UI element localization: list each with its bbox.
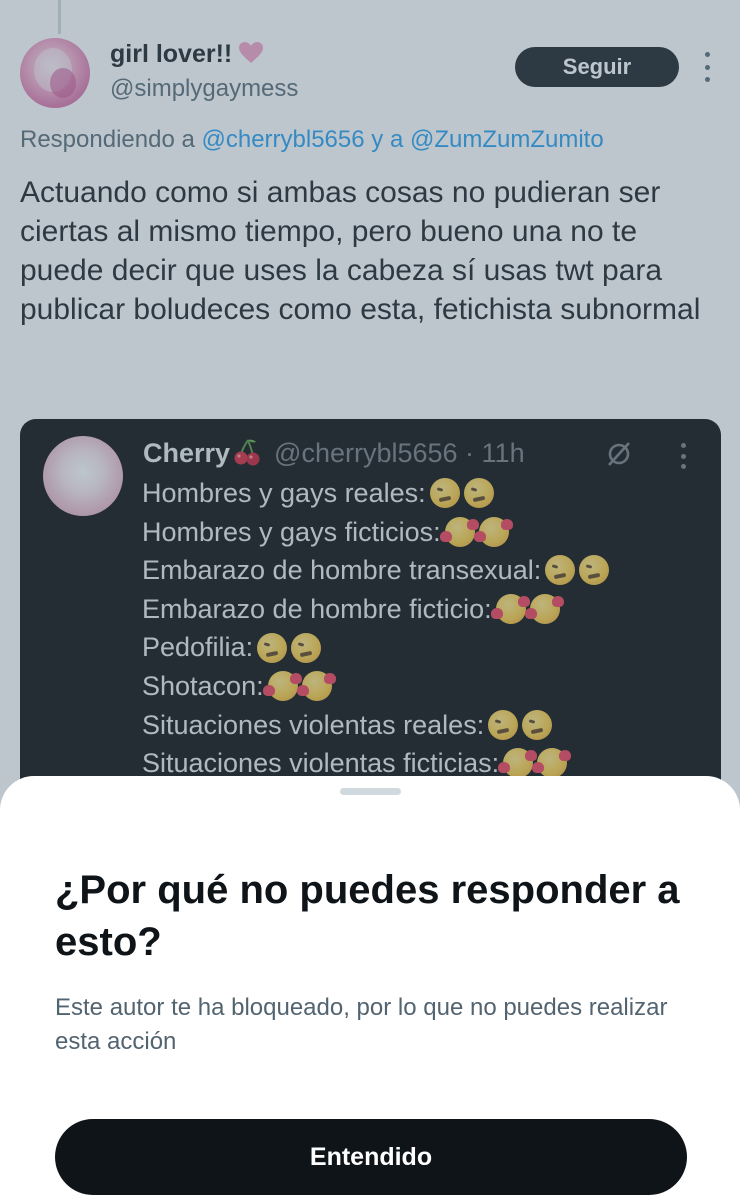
tweet-screen: girl lover!! @simplygaymess Seguir Respo… bbox=[0, 0, 740, 1200]
understood-button[interactable]: Entendido bbox=[55, 1119, 687, 1195]
sheet-title: ¿Por qué no puedes responder a esto? bbox=[55, 868, 680, 964]
sheet-drag-handle[interactable] bbox=[340, 788, 401, 795]
sheet-description: Este autor te ha bloqueado, por lo que n… bbox=[55, 994, 668, 1055]
bottom-sheet: ¿Por qué no puedes responder a esto? Est… bbox=[0, 776, 740, 1200]
